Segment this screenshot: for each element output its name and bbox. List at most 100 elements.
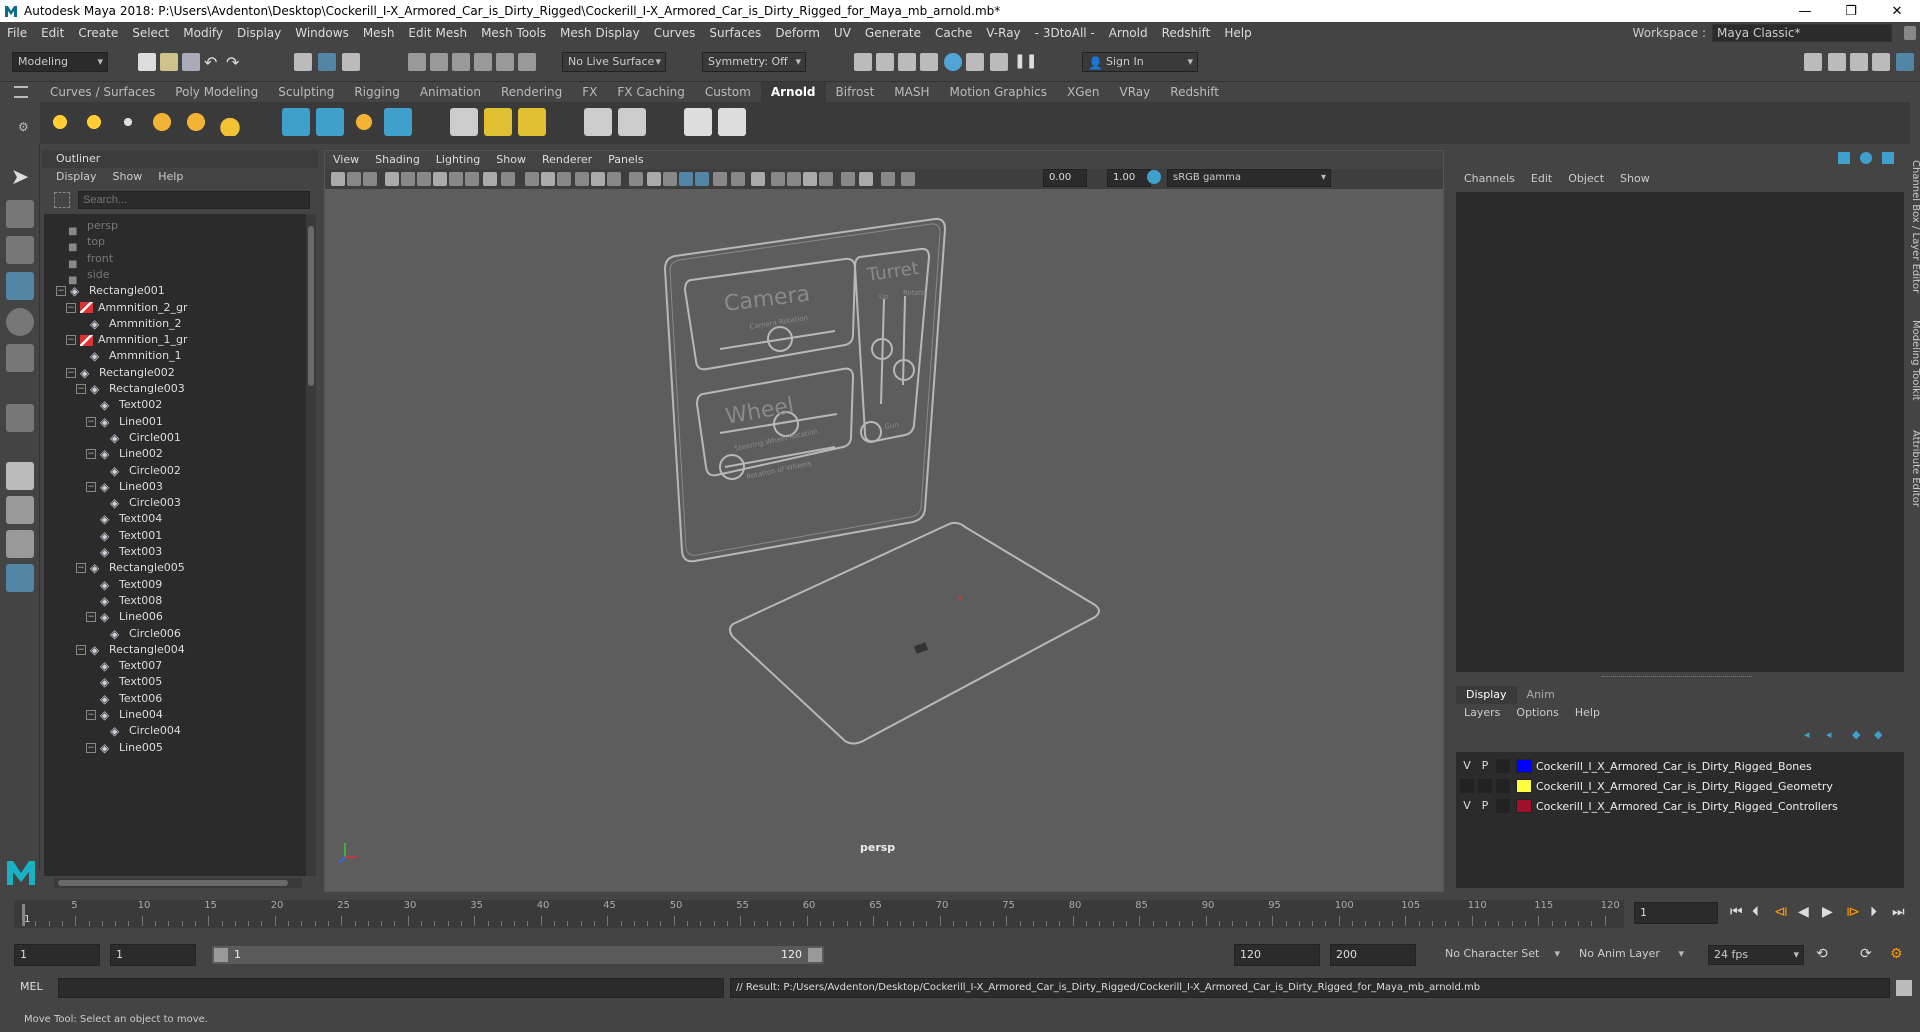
menu-redshift[interactable]: Redshift	[1155, 22, 1218, 44]
export-standin-icon[interactable]	[316, 108, 344, 136]
shelf-tab-redshift[interactable]: Redshift	[1160, 82, 1229, 102]
channel-menu-object[interactable]: Object	[1560, 172, 1612, 185]
hypershade-icon[interactable]	[944, 53, 962, 71]
viewport-tool-icon-27[interactable]	[803, 172, 817, 186]
script-editor-icon[interactable]	[1896, 980, 1912, 996]
viewport-tool-icon-21[interactable]	[695, 172, 709, 186]
license-manager-icon[interactable]	[618, 108, 646, 136]
step-forward-key-icon[interactable]: ⏵	[1870, 904, 1877, 920]
menu-windows[interactable]: Windows	[288, 22, 356, 44]
move-layer-up-icon[interactable]: ◂	[1804, 728, 1810, 741]
expand-toggle-icon[interactable]: −	[86, 742, 96, 753]
layer-menu-options[interactable]: Options	[1508, 706, 1566, 719]
layer-color-swatch[interactable]	[1516, 759, 1532, 773]
viewport-tool-icon-28[interactable]	[819, 172, 833, 186]
render-play-icon[interactable]	[718, 108, 746, 136]
side-tab-attribute-editor[interactable]: Attribute Editor	[1910, 430, 1920, 507]
expand-toggle-icon[interactable]: −	[76, 644, 86, 655]
channel-menu-show[interactable]: Show	[1612, 172, 1658, 185]
viewport-tool-icon-0[interactable]	[331, 172, 345, 186]
filter-icon[interactable]	[54, 192, 70, 208]
side-tab-channel-box[interactable]: Channel Box / Layer Editor	[1910, 160, 1920, 293]
save-scene-icon[interactable]	[182, 53, 200, 71]
viewport-tool-icon-24[interactable]	[751, 172, 765, 186]
current-frame-field[interactable]: 1	[1634, 902, 1718, 924]
character-set-dropdown[interactable]: No Character Set	[1440, 945, 1564, 965]
undo-icon[interactable]: ↶	[204, 53, 222, 72]
time-slider-bar[interactable]: 1 5 10 15 20 25 30 35 40 45 50 55 60 65 70 75 80 85 90 95 1…	[14, 900, 1624, 928]
select-arrow-icon[interactable]: ➤	[6, 164, 34, 192]
side-tab-modeling-toolkit[interactable]: Modeling Toolkit	[1910, 320, 1920, 401]
viewport-tool-icon-7[interactable]	[449, 172, 463, 186]
workspace-dropdown[interactable]: Maya Classic*	[1712, 24, 1892, 42]
viewport-tool-icon-6[interactable]	[433, 172, 447, 186]
flush-bg-icon[interactable]	[484, 108, 512, 136]
layer-display-type[interactable]	[1496, 759, 1510, 773]
layer-row[interactable]: V P Cockerill_I_X_Armored_Car_is_Dirty_Rig…	[1456, 796, 1904, 816]
curvature-icon[interactable]	[350, 108, 378, 136]
viewport-tool-icon-30[interactable]	[859, 172, 873, 186]
go-to-end-icon[interactable]: ⏭	[1892, 904, 1905, 920]
render-frame-icon[interactable]	[876, 53, 894, 71]
ipr-render-icon[interactable]	[898, 53, 916, 71]
step-back-frame-icon[interactable]: ⧏	[1774, 904, 1788, 920]
layer-playback-toggle[interactable]: P	[1478, 759, 1492, 773]
shelf-tab-rendering[interactable]: Rendering	[491, 82, 572, 102]
viewport-tool-icon-17[interactable]	[629, 172, 643, 186]
viewport-tool-icon-2[interactable]	[363, 172, 377, 186]
outliner-layout-icon[interactable]	[6, 564, 34, 592]
menu-edit[interactable]: Edit	[34, 22, 71, 44]
menu-mesh-display[interactable]: Mesh Display	[553, 22, 647, 44]
viewport-tool-icon-1[interactable]	[347, 172, 361, 186]
auto-key-icon[interactable]: ⟳	[1860, 946, 1872, 962]
shelf-tab-motion-graphics[interactable]: Motion Graphics	[940, 82, 1058, 102]
preferences-icon[interactable]: ⚙	[1890, 946, 1903, 962]
select-hierarchy-icon[interactable]	[294, 53, 312, 71]
viewport-tool-icon-10[interactable]	[501, 172, 515, 186]
viewport-menu-shading[interactable]: Shading	[367, 151, 428, 169]
playback-end-field[interactable]: 120	[1234, 944, 1320, 966]
anim-layer-dropdown[interactable]: No Anim Layer	[1574, 945, 1688, 965]
range-end-handle[interactable]	[808, 948, 822, 962]
viewport-menu-view[interactable]: View	[325, 151, 367, 169]
layer-visibility-toggle[interactable]: V	[1460, 759, 1474, 773]
expand-toggle-icon[interactable]: −	[86, 481, 96, 492]
shelf-tab-fx[interactable]: FX	[572, 82, 607, 102]
redo-icon[interactable]: ↷	[226, 53, 244, 72]
snap-curve-icon[interactable]	[430, 53, 448, 71]
animation-start-field[interactable]: 1	[14, 944, 100, 966]
menu-arnold[interactable]: Arnold	[1102, 22, 1155, 44]
loop-icon[interactable]: ⟲	[1816, 946, 1828, 962]
maximize-button[interactable]: ❐	[1828, 0, 1874, 22]
menu-v-ray[interactable]: V-Ray	[979, 22, 1027, 44]
snap-view-icon[interactable]	[474, 53, 492, 71]
select-component-icon[interactable]	[342, 53, 360, 71]
viewport-tool-icon-12[interactable]	[541, 172, 555, 186]
volume-icon[interactable]	[384, 108, 412, 136]
new-layer-selected-icon[interactable]: ◆	[1874, 728, 1882, 741]
expand-toggle-icon[interactable]: −	[86, 449, 96, 460]
menu-display[interactable]: Display	[230, 22, 288, 44]
render-settings-icon[interactable]	[920, 53, 938, 71]
show-both-icon[interactable]	[1882, 152, 1894, 164]
channel-box-icon[interactable]	[1896, 53, 1914, 71]
layer-color-swatch[interactable]	[1516, 799, 1532, 813]
viewport-tool-icon-23[interactable]	[731, 172, 745, 186]
area-light-icon[interactable]	[46, 108, 74, 136]
four-view-icon[interactable]	[6, 496, 34, 524]
lock-icon[interactable]	[1904, 26, 1916, 40]
menu-cache[interactable]: Cache	[928, 22, 979, 44]
layer-row[interactable]: Cockerill_I_X_Armored_Car_is_Dirty_Rigge…	[1456, 776, 1904, 796]
human-ik-icon[interactable]	[1828, 53, 1846, 71]
shelf-tab-custom[interactable]: Custom	[695, 82, 761, 102]
viewport-tool-icon-13[interactable]	[557, 172, 571, 186]
script-language[interactable]: MEL	[20, 980, 43, 993]
tool-settings-icon[interactable]	[1872, 53, 1890, 71]
layer-display-type[interactable]	[1496, 799, 1510, 813]
shelf-tab-vray[interactable]: VRay	[1110, 82, 1161, 102]
color-management-icon[interactable]	[1147, 170, 1161, 184]
shelf-tab-fx-caching[interactable]: FX Caching	[607, 82, 694, 102]
menu-curves[interactable]: Curves	[647, 22, 703, 44]
command-input[interactable]	[58, 978, 724, 998]
vray-render-icon[interactable]	[990, 53, 1008, 71]
